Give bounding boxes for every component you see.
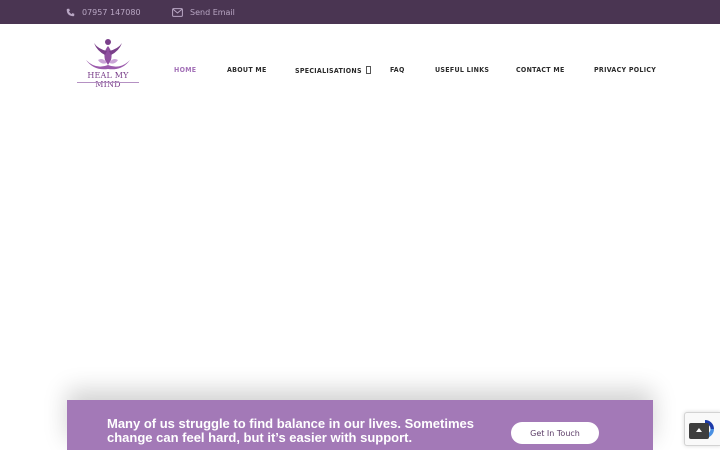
lotus-figure-icon bbox=[86, 39, 130, 70]
get-in-touch-button[interactable]: Get In Touch bbox=[511, 422, 599, 444]
top-bar: 07957 147080 Send Email bbox=[0, 0, 720, 24]
logo-underline bbox=[77, 82, 139, 83]
nav-about-me[interactable]: ABOUT ME bbox=[227, 66, 267, 74]
brand-name: HEAL MY MIND bbox=[87, 71, 129, 89]
cta-banner: Many of us struggle to find balance in o… bbox=[67, 400, 653, 450]
nav-faq[interactable]: FAQ bbox=[390, 66, 405, 74]
chevron-down-icon bbox=[366, 66, 372, 74]
envelope-icon bbox=[172, 7, 183, 17]
nav-contact-me[interactable]: CONTACT ME bbox=[516, 66, 565, 74]
phone-number[interactable]: 07957 147080 bbox=[82, 8, 141, 17]
nav-specialisations[interactable]: SPECIALISATIONS bbox=[295, 66, 372, 75]
site-header: HEAL MY MIND HOME ABOUT ME SPECIALISATIO… bbox=[0, 24, 720, 94]
nav-privacy-policy[interactable]: PRIVACY POLICY bbox=[594, 66, 656, 74]
arrow-up-icon bbox=[696, 428, 702, 432]
nav-useful-links[interactable]: USEFUL LINKS bbox=[435, 66, 489, 74]
nav-home[interactable]: HOME bbox=[174, 66, 196, 74]
back-to-top-button[interactable] bbox=[689, 423, 709, 439]
site-logo[interactable]: HEAL MY MIND bbox=[74, 38, 142, 98]
phone-contact[interactable]: 07957 147080 bbox=[66, 0, 141, 24]
nav-specialisations-label: SPECIALISATIONS bbox=[295, 67, 362, 75]
cta-message: Many of us struggle to find balance in o… bbox=[107, 416, 474, 445]
email-contact[interactable]: Send Email bbox=[172, 0, 235, 24]
phone-icon bbox=[66, 8, 75, 16]
email-link[interactable]: Send Email bbox=[190, 8, 235, 17]
